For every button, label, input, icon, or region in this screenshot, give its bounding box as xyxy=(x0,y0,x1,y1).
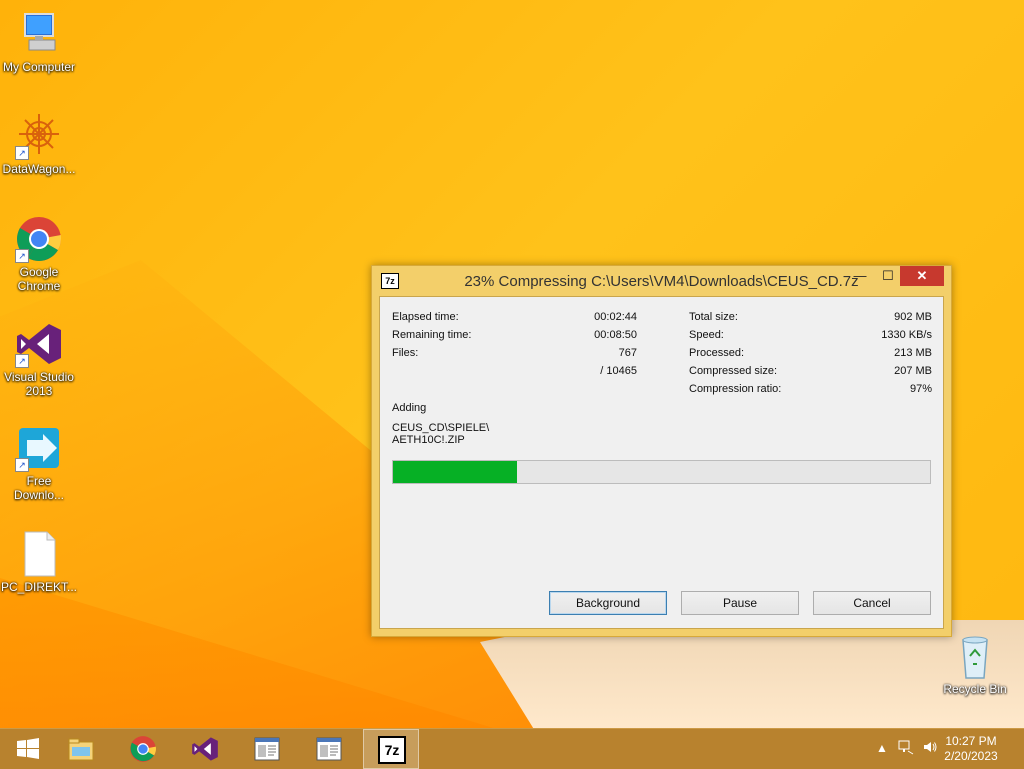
desktop-icon-label: Free Downlo... xyxy=(13,474,65,502)
stat-remaining-time: Remaining time: 00:08:50 xyxy=(392,329,637,343)
minimize-button[interactable]: — xyxy=(846,266,874,286)
desktop-icon-visual-studio[interactable]: ↗ Visual Studio 2013 xyxy=(0,320,78,398)
taskbar-7zip[interactable]: 7z xyxy=(363,729,419,769)
stat-elapsed-time: Elapsed time: 00:02:44 xyxy=(392,311,637,325)
stat-compression-ratio: Compression ratio: 97% xyxy=(689,383,932,397)
stat-value: 00:02:44 xyxy=(594,311,637,323)
datawagon-icon: ↗ xyxy=(15,112,63,160)
progress-bar-fill xyxy=(393,461,517,483)
stat-label: Speed: xyxy=(689,329,724,341)
desktop-icon-google-chrome[interactable]: ↗ Google Chrome xyxy=(0,215,78,293)
network-icon[interactable] xyxy=(898,739,914,758)
system-clock[interactable]: 10:27 PM 2/20/2023 xyxy=(936,734,1006,764)
taskbar-file-explorer[interactable] xyxy=(53,729,109,769)
progress-bar xyxy=(392,460,931,484)
taskbar-window-1[interactable] xyxy=(239,729,295,769)
cancel-button[interactable]: Cancel xyxy=(813,591,931,615)
window-icon xyxy=(253,735,281,763)
taskbar-window-2[interactable] xyxy=(301,729,357,769)
desktop-icon-label: DataWagon... xyxy=(2,162,76,176)
stat-speed: Speed: 1330 KB/s xyxy=(689,329,932,343)
shortcut-arrow-icon: ↗ xyxy=(15,146,29,160)
window-icon xyxy=(315,735,343,763)
pause-button[interactable]: Pause xyxy=(681,591,799,615)
recycle-bin-icon xyxy=(951,632,999,680)
shortcut-arrow-icon: ↗ xyxy=(15,249,29,263)
desktop-icon-my-computer[interactable]: My Computer xyxy=(0,10,78,74)
desktop-icon-label: Recycle Bin xyxy=(943,682,1007,696)
free-download-icon: ↗ xyxy=(15,424,63,472)
desktop-icon-datawagon[interactable]: ↗ DataWagon... xyxy=(0,112,78,176)
stat-label: Elapsed time: xyxy=(392,311,459,323)
desktop-icon-pc-direkt[interactable]: PC_DIREKT... xyxy=(0,530,78,594)
desktop-icon-recycle-bin[interactable]: Recycle Bin xyxy=(936,632,1014,696)
title-bar[interactable]: 7z 23% Compressing C:\Users\VM4\Download… xyxy=(372,266,951,296)
stat-value: 00:08:50 xyxy=(594,329,637,341)
clock-date: 2/20/2023 xyxy=(944,749,998,763)
file-explorer-icon xyxy=(67,735,95,763)
action-label: Adding xyxy=(392,402,427,414)
stat-files-total: / 10465 xyxy=(392,365,637,379)
show-hidden-icons-button[interactable]: ▲ xyxy=(876,741,888,755)
compress-progress-dialog: 7z 23% Compressing C:\Users\VM4\Download… xyxy=(371,265,952,637)
current-file-name: AETH10C!.ZIP xyxy=(392,434,465,446)
maximize-button[interactable]: ☐ xyxy=(874,266,902,286)
stat-value: 767 xyxy=(618,347,637,359)
start-button[interactable] xyxy=(0,729,56,769)
start-icon xyxy=(14,735,42,763)
stat-label: Remaining time: xyxy=(392,329,472,341)
desktop-icon-label: PC_DIREKT... xyxy=(0,580,78,594)
chrome-icon: ↗ xyxy=(15,215,63,263)
close-button[interactable]: ✕ xyxy=(900,266,944,286)
stat-value: 1330 KB/s xyxy=(881,329,932,341)
desktop-icon-label: Visual Studio 2013 xyxy=(4,370,74,398)
stat-value: 213 MB xyxy=(894,347,932,359)
stat-label: Compressed size: xyxy=(689,365,778,377)
stat-value: 902 MB xyxy=(894,311,932,323)
visual-studio-icon xyxy=(191,735,219,763)
stat-label: Files: xyxy=(392,347,419,359)
desktop-icon-free-download[interactable]: ↗ Free Downlo... xyxy=(0,424,78,502)
background-button[interactable]: Background xyxy=(549,591,667,615)
stat-compressed-size: Compressed size: 207 MB xyxy=(689,365,932,379)
stat-label: Processed: xyxy=(689,347,745,359)
chrome-icon xyxy=(129,735,157,763)
stat-label: Compression ratio: xyxy=(689,383,782,395)
clock-time: 10:27 PM xyxy=(945,734,997,748)
stat-value: / 10465 xyxy=(600,365,637,377)
desktop-icon-label: My Computer xyxy=(2,60,76,74)
stat-value: 207 MB xyxy=(894,365,932,377)
file-icon xyxy=(15,530,63,578)
dialog-content: Elapsed time: 00:02:44 Remaining time: 0… xyxy=(379,296,944,629)
stat-label: Total size: xyxy=(689,311,738,323)
visual-studio-icon: ↗ xyxy=(15,320,63,368)
taskbar-chrome[interactable] xyxy=(115,729,171,769)
stat-files: Files: 767 xyxy=(392,347,637,361)
shortcut-arrow-icon: ↗ xyxy=(15,458,29,472)
computer-icon xyxy=(15,10,63,58)
stat-value: 97% xyxy=(909,383,932,395)
stat-total-size: Total size: 902 MB xyxy=(689,311,932,325)
taskbar: 7z ▲ 10:27 PM 2/20/2023 xyxy=(0,728,1024,769)
stat-processed: Processed: 213 MB xyxy=(689,347,932,361)
desktop-icon-label: Google Chrome xyxy=(17,265,61,293)
taskbar-visual-studio[interactable] xyxy=(177,729,233,769)
shortcut-arrow-icon: ↗ xyxy=(15,354,29,368)
7zip-icon: 7z xyxy=(378,736,406,764)
